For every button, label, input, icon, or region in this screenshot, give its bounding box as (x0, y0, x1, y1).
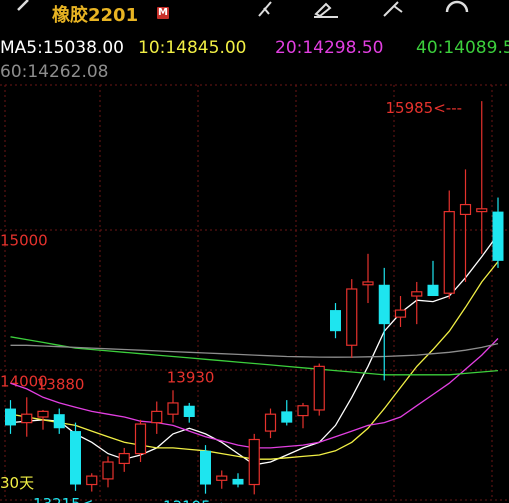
price-annotation: 13215<--- (33, 495, 110, 503)
candlestick-chart[interactable]: 150001400015985<---138801393013215<---13… (0, 78, 509, 503)
candle-body (313, 365, 325, 411)
candle-body (459, 203, 472, 216)
candle-body (476, 208, 488, 213)
top-toolbar: 橡胶2201 M (0, 0, 509, 30)
candle-body (394, 309, 407, 318)
ma-line-ma60 (10, 342, 499, 358)
price-annotation: 13880 (37, 375, 85, 393)
ma5-value: MA5:15038.00 (0, 38, 124, 58)
candle-body (443, 211, 455, 294)
candle-body (346, 288, 358, 346)
candle-body (200, 450, 211, 485)
ma40-value: 40:14089.5 (416, 38, 509, 58)
candle-body (167, 402, 179, 415)
candle-body (427, 284, 439, 297)
candle-body (151, 410, 163, 424)
candle-body (37, 410, 49, 418)
candle-body (118, 452, 130, 465)
pen-draw-icon[interactable] (255, 0, 279, 18)
ma-line-ma5 (10, 234, 499, 466)
candle-body (102, 461, 114, 480)
candle-body (70, 431, 81, 485)
price-annotation: 13195<--- (163, 498, 240, 503)
candle-body (53, 414, 65, 429)
period-label: 30天 (0, 474, 34, 492)
candle-body (232, 478, 244, 485)
candle-body (330, 310, 341, 332)
candle-body (281, 411, 293, 423)
candle-body (411, 291, 423, 297)
candle-body (264, 413, 277, 432)
ma-line-ma40 (10, 336, 499, 376)
candle-body (248, 438, 260, 486)
edit-icon[interactable] (312, 0, 340, 18)
candle-body (21, 413, 33, 424)
candle-body (183, 405, 195, 417)
price-annotation: 13930 (167, 368, 215, 386)
back-arrow-icon[interactable] (6, 0, 32, 18)
compass-tool-icon[interactable] (380, 0, 410, 18)
candle-body (5, 408, 16, 426)
candle-body (297, 405, 309, 417)
candle-body (378, 284, 390, 325)
ma10-value: 10:14845.00 (138, 38, 247, 58)
candle-body (362, 281, 374, 286)
contract-title[interactable]: 橡胶2201 (52, 1, 138, 27)
main-contract-badge: M (157, 7, 169, 19)
candle-body (216, 475, 228, 481)
refresh-icon[interactable] (442, 0, 472, 18)
ma-line-ma10 (10, 261, 499, 460)
price-level-label: 15000 (0, 232, 48, 250)
candle-body (492, 211, 504, 261)
ma20-value: 20:14298.50 (275, 38, 384, 58)
candle-body (86, 475, 98, 486)
price-annotation: 15985<--- (386, 99, 463, 117)
candle-body (134, 423, 147, 455)
